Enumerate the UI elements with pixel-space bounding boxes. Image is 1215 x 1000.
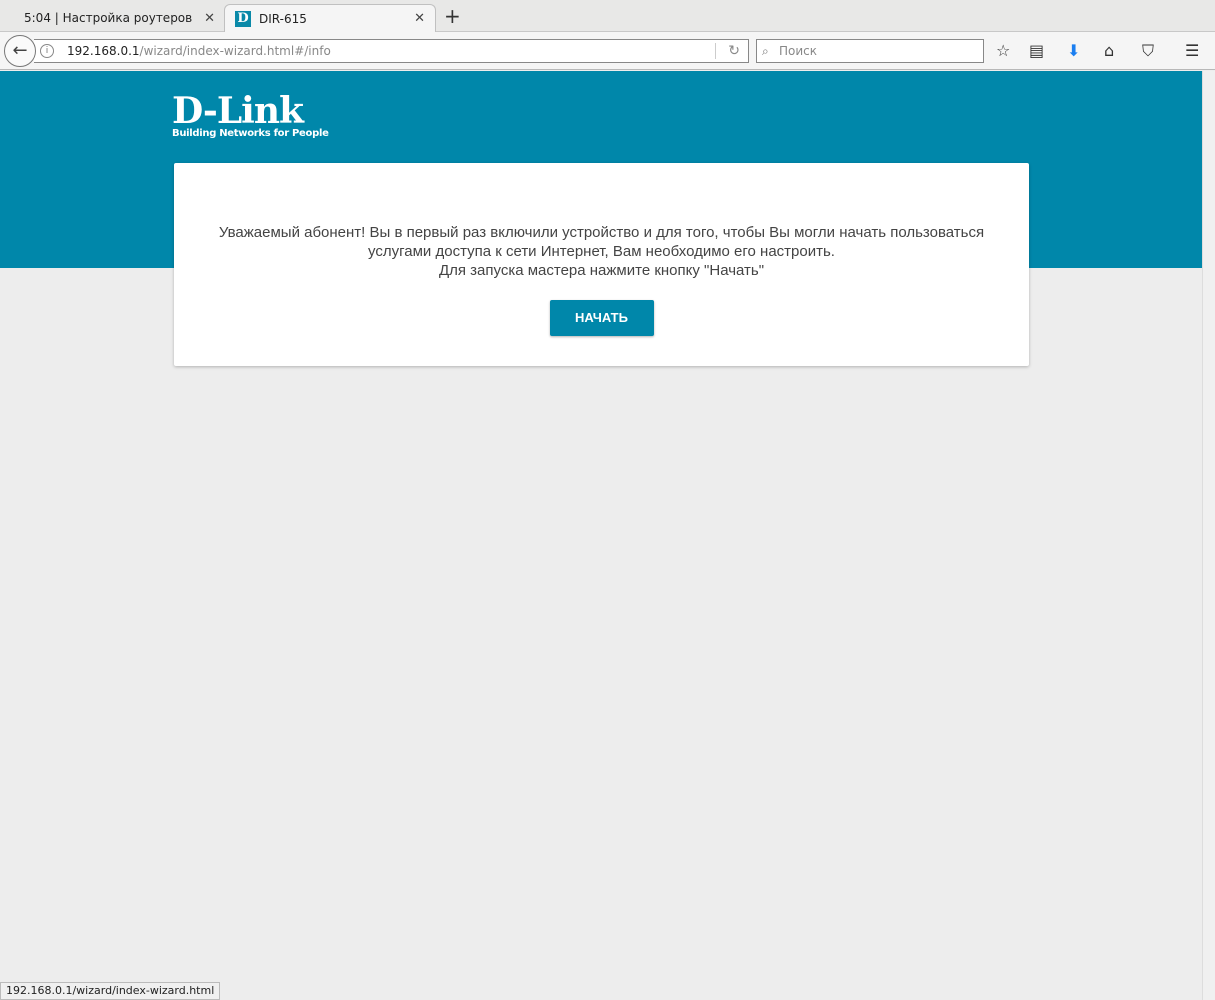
search-input[interactable]: ⌕ Поиск <box>756 39 984 63</box>
reading-list-icon[interactable]: ▤ <box>1029 41 1044 60</box>
tab-label: 5:04 | Настройка роутеров <box>24 11 193 25</box>
home-icon[interactable]: ⌂ <box>1104 41 1114 60</box>
pocket-icon[interactable]: ⛉ <box>1142 41 1154 61</box>
close-icon[interactable]: ✕ <box>204 11 215 26</box>
start-button[interactable]: НАЧАТЬ <box>549 300 654 336</box>
search-icon: ⌕ <box>762 44 769 58</box>
tab-bar: 5:04 | Настройка роутеров ✕ D DIR-615 ✕ + <box>0 0 1215 32</box>
dlink-favicon-icon: D <box>235 10 251 27</box>
close-icon[interactable]: ✕ <box>414 11 425 26</box>
tab-label: DIR-615 <box>259 11 307 26</box>
menu-icon[interactable]: ☰ <box>1185 41 1199 60</box>
reload-icon[interactable]: ↻ <box>728 40 740 62</box>
info-icon[interactable]: i <box>40 44 54 58</box>
message-line: Для запуска мастера нажмите кнопку "Нача… <box>438 262 765 279</box>
url-bar[interactable]: i 192.168.0.1/wizard/index-wizard.html#/… <box>34 39 749 63</box>
new-tab-plus-icon[interactable]: + <box>444 4 461 28</box>
url-host: 192.168.0.1 <box>67 44 140 58</box>
tab-1[interactable]: 5:04 | Настройка роутеров ✕ <box>0 4 225 32</box>
bookmark-star-icon[interactable]: ☆ <box>996 41 1010 60</box>
message-line: услугами доступа к сети Интернет, Вам не… <box>368 243 835 260</box>
download-icon[interactable]: ⬇ <box>1067 41 1080 60</box>
message-line: Уважаемый абонент! Вы в первый раз включ… <box>218 224 985 241</box>
logo-text: D-Link <box>172 90 304 132</box>
logo-tagline: Building Networks for People <box>172 128 329 139</box>
search-placeholder: Поиск <box>779 44 818 58</box>
status-bar: 192.168.0.1/wizard/index-wizard.html <box>0 982 221 1000</box>
scrollbar[interactable] <box>1202 71 1215 1000</box>
back-button[interactable]: ← <box>4 35 36 67</box>
dlink-logo: D-Link Building Networks for People <box>172 90 329 139</box>
nav-bar: i 192.168.0.1/wizard/index-wizard.html#/… <box>0 32 1215 70</box>
url-path: /wizard/index-wizard.html#/info <box>139 44 331 58</box>
welcome-card: Уважаемый абонент! Вы в первый раз включ… <box>174 163 1029 366</box>
divider <box>715 43 716 59</box>
tab-2[interactable]: D DIR-615 ✕ <box>224 4 436 32</box>
